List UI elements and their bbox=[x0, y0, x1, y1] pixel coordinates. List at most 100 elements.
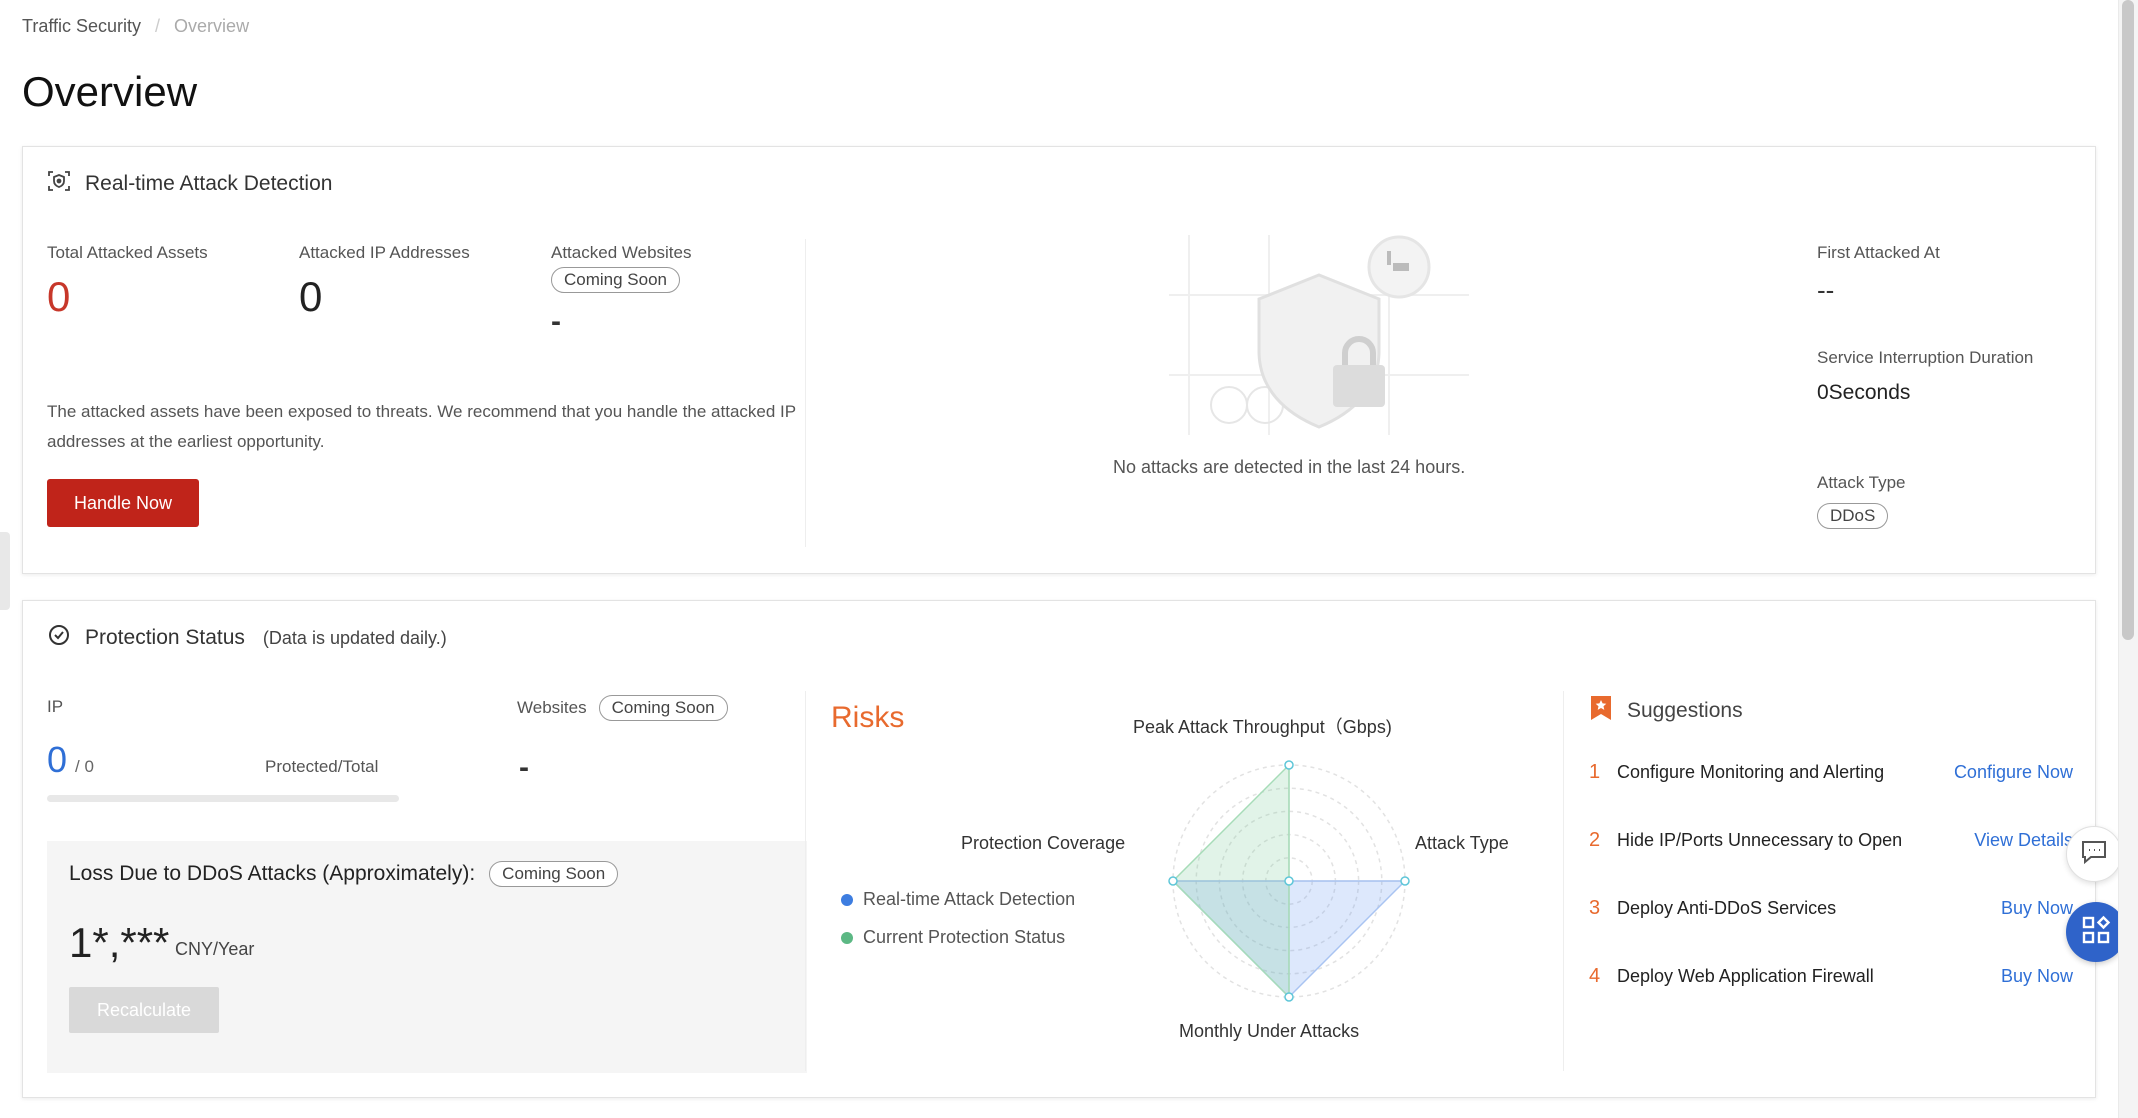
legend-label-detection: Real-time Attack Detection bbox=[863, 889, 1076, 909]
section-divider bbox=[805, 239, 806, 547]
legend-label-protection: Current Protection Status bbox=[863, 927, 1066, 947]
total-attacked-assets: Total Attacked Assets 0 bbox=[47, 243, 208, 321]
buy-now-link[interactable]: Buy Now bbox=[2001, 898, 2073, 919]
configure-now-link[interactable]: Configure Now bbox=[1954, 762, 2073, 783]
recalculate-button[interactable]: Recalculate bbox=[69, 987, 219, 1033]
first-attacked-at: First Attacked At -- bbox=[1817, 243, 1940, 306]
suggestion-item: 3 Deploy Anti-DDoS Services Buy Now bbox=[1589, 897, 2073, 920]
protection-status-card: Protection Status (Data is updated daily… bbox=[22, 600, 2096, 1098]
websites-coming-soon-badge: Coming Soon bbox=[598, 695, 728, 721]
ip-ratio-label: Protected/Total bbox=[265, 757, 379, 776]
radar-vertex-point bbox=[1284, 760, 1294, 770]
ip-protected-value: 0 bbox=[47, 739, 68, 780]
legend-dot-detection bbox=[841, 893, 853, 906]
attack-description: The attacked assets have been exposed to… bbox=[47, 402, 796, 451]
handle-now-button[interactable]: Handle Now bbox=[47, 479, 199, 527]
radar-vertex-point bbox=[1400, 876, 1410, 886]
attacked-websites: Attacked Websites Coming Soon - bbox=[551, 243, 691, 339]
attacked-ip-value: 0 bbox=[299, 273, 323, 320]
first-attacked-label: First Attacked At bbox=[1817, 243, 1940, 262]
section-divider bbox=[1563, 691, 1564, 1071]
suggestion-item: 2 Hide IP/Ports Unnecessary to Open View… bbox=[1589, 829, 2073, 852]
page-title: Overview bbox=[22, 68, 198, 115]
service-interruption: Service Interruption Duration 0Seconds bbox=[1817, 345, 2037, 405]
attack-detection-card: Real-time Attack Detection Total Attacke… bbox=[22, 146, 2096, 574]
suggestion-text: Deploy Web Application Firewall bbox=[1617, 966, 1874, 986]
suggestion-number: 2 bbox=[1589, 829, 1601, 851]
vertical-scrollbar[interactable] bbox=[2118, 0, 2138, 1118]
radar-series-protection bbox=[1171, 763, 1290, 999]
protection-status-subtitle: (Data is updated daily.) bbox=[262, 627, 447, 648]
loss-title-row: Loss Due to DDoS Attacks (Approximately)… bbox=[69, 861, 619, 887]
loss-value: 1*,*** bbox=[69, 919, 170, 966]
breadcrumb: Traffic Security / Overview bbox=[22, 16, 249, 37]
radar-center-point bbox=[1284, 876, 1294, 886]
total-assets-label: Total Attacked Assets bbox=[47, 243, 208, 262]
loss-unit: CNY/Year bbox=[175, 939, 255, 959]
legend-dot-protection bbox=[841, 931, 853, 944]
first-attacked-value: -- bbox=[1817, 275, 1835, 305]
loss-title: Loss Due to DDoS Attacks (Approximately)… bbox=[69, 862, 476, 885]
websites-value: - bbox=[519, 751, 529, 784]
suggestion-item: 4 Deploy Web Application Firewall Buy No… bbox=[1589, 965, 2073, 988]
protection-status-title: Protection Status bbox=[85, 626, 245, 649]
loss-coming-soon-badge: Coming Soon bbox=[489, 861, 619, 887]
ip-progress-bar bbox=[47, 795, 399, 802]
chat-button[interactable] bbox=[2066, 826, 2122, 882]
view-details-link[interactable]: View Details bbox=[1974, 830, 2073, 851]
buy-now-link[interactable]: Buy Now bbox=[2001, 966, 2073, 987]
attack-type-label: Attack Type bbox=[1817, 473, 1906, 492]
risks-title: Risks bbox=[831, 701, 905, 734]
websites-label: Websites bbox=[517, 698, 587, 717]
total-assets-value: 0 bbox=[47, 273, 71, 320]
suggestion-number: 3 bbox=[1589, 897, 1601, 919]
radar-axis-bottom-label: Monthly Under Attacks bbox=[1179, 1021, 1360, 1041]
interruption-value: 0Seconds bbox=[1817, 381, 1911, 404]
suggestion-number: 4 bbox=[1589, 965, 1601, 987]
radar-axis-left-label: Protection Coverage bbox=[961, 833, 1126, 853]
attack-detection-title: Real-time Attack Detection bbox=[85, 172, 333, 195]
section-divider bbox=[805, 691, 806, 1071]
sidebar-collapse-handle[interactable] bbox=[0, 532, 10, 610]
attack-detection-header: Real-time Attack Detection bbox=[47, 169, 332, 199]
overview-page: Traffic Security / Overview Overview Rea… bbox=[0, 0, 2138, 1118]
breadcrumb-root[interactable]: Traffic Security bbox=[22, 16, 141, 37]
bookmark-star-icon bbox=[1589, 695, 1613, 727]
radar-vertex-point bbox=[1168, 876, 1178, 886]
radar-vertex-point bbox=[1284, 992, 1294, 1002]
ip-total-value: / 0 bbox=[75, 757, 94, 776]
chat-icon bbox=[2080, 839, 2108, 870]
risks-radar-chart bbox=[1168, 760, 1410, 1002]
protection-status-header: Protection Status (Data is updated daily… bbox=[47, 623, 447, 653]
interruption-label: Service Interruption Duration bbox=[1817, 348, 2034, 367]
attack-type-badge: DDoS bbox=[1817, 503, 1889, 529]
legend-item-detection: Real-time Attack Detection bbox=[841, 889, 1075, 910]
ddos-loss-panel: Loss Due to DDoS Attacks (Approximately)… bbox=[47, 841, 807, 1073]
suggestion-text: Deploy Anti-DDoS Services bbox=[1617, 898, 1837, 918]
suggestion-text: Hide IP/Ports Unnecessary to Open bbox=[1617, 830, 1903, 850]
ip-count: 0 / 0 bbox=[47, 739, 94, 781]
attacked-ip-addresses: Attacked IP Addresses 0 bbox=[299, 243, 470, 321]
suggestion-text: Configure Monitoring and Alerting bbox=[1617, 762, 1885, 782]
ip-protection: IP bbox=[47, 697, 63, 717]
attacked-websites-value: - bbox=[551, 305, 561, 338]
suggestions-header: Suggestions bbox=[1589, 695, 1743, 727]
no-attack-illustration bbox=[1169, 235, 1469, 435]
no-attacks-message: No attacks are detected in the last 24 h… bbox=[1113, 457, 1466, 477]
attacked-ip-label: Attacked IP Addresses bbox=[299, 243, 470, 262]
attacked-websites-label: Attacked Websites bbox=[551, 243, 692, 262]
apps-button[interactable] bbox=[2066, 902, 2126, 962]
breadcrumb-current: Overview bbox=[174, 16, 250, 36]
suggestion-number: 1 bbox=[1589, 761, 1601, 783]
suggestions-title: Suggestions bbox=[1627, 699, 1743, 722]
scrollbar-thumb[interactable] bbox=[2122, 0, 2134, 640]
attack-type: Attack Type DDoS bbox=[1817, 473, 1906, 529]
legend-item-protection: Current Protection Status bbox=[841, 927, 1065, 948]
websites-protection: Websites Coming Soon bbox=[517, 695, 728, 721]
radar-axis-right-label: Attack Type bbox=[1415, 833, 1509, 853]
suggestion-item: 1 Configure Monitoring and Alerting Conf… bbox=[1589, 761, 2073, 784]
radar-axis-top-label: Peak Attack Throughput（Gbps) bbox=[1133, 717, 1392, 737]
scan-shield-icon bbox=[47, 169, 71, 199]
apps-grid-icon bbox=[2081, 915, 2111, 950]
coming-soon-badge: Coming Soon bbox=[551, 267, 681, 293]
